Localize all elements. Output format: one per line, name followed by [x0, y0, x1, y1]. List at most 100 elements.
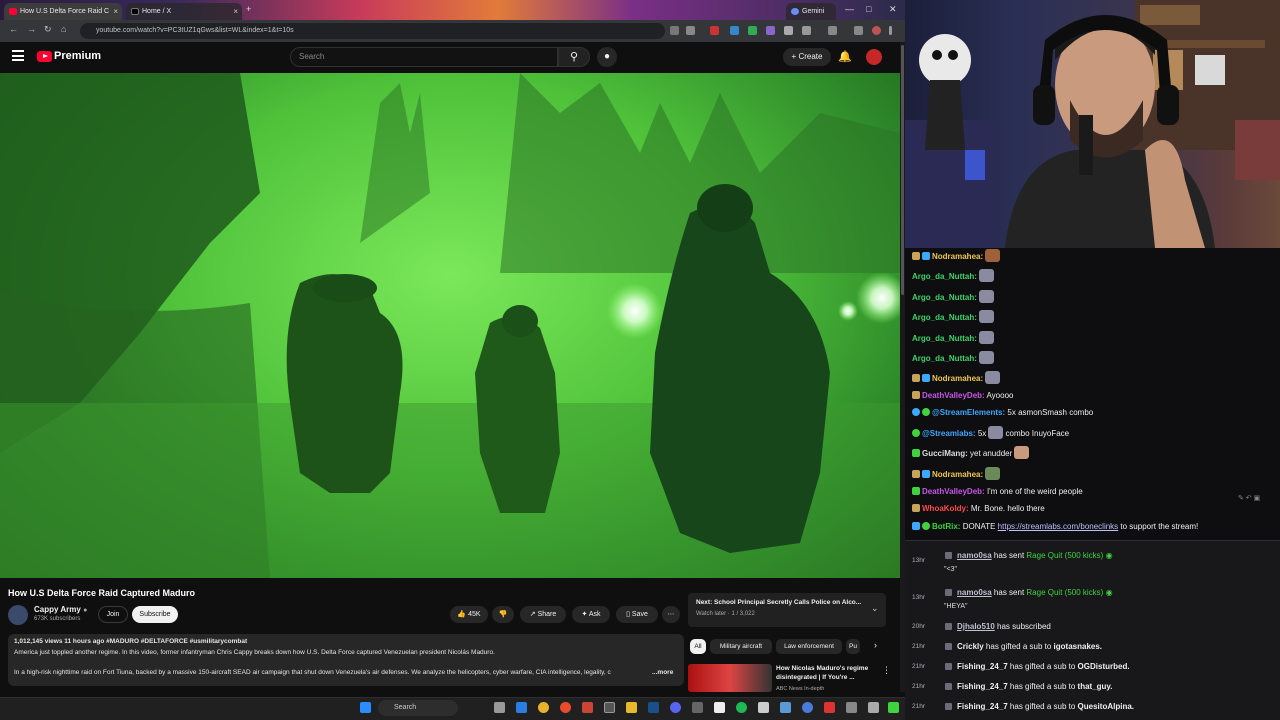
menu-dots-icon[interactable]	[889, 26, 892, 35]
event-target[interactable]: QuesitoAlpina.	[1078, 702, 1134, 711]
create-button[interactable]: + Create	[783, 48, 831, 66]
chat-link[interactable]: https://streamlabs.com/boneclinks	[998, 522, 1119, 531]
bookmark-star-icon[interactable]	[686, 26, 695, 35]
chat-username[interactable]: Nodramahea:	[932, 374, 983, 383]
tab-x[interactable]: Home / X ×	[126, 3, 242, 20]
extension-icon[interactable]	[730, 26, 739, 35]
chevron-down-icon[interactable]: ⌄	[871, 603, 879, 614]
close-tab-icon[interactable]: ×	[233, 3, 238, 20]
channel-name[interactable]: Cappy Army ●	[34, 605, 87, 614]
save-button[interactable]: ▯ Save	[616, 606, 658, 623]
recommended-title[interactable]: How Nicolas Maduro's regime disintegrate…	[776, 664, 880, 682]
app-icon[interactable]	[824, 702, 835, 713]
steam-icon[interactable]	[648, 702, 659, 713]
chip-partial[interactable]: Pu	[846, 639, 860, 654]
menu-icon[interactable]	[12, 50, 24, 62]
event-user[interactable]: namo0sa	[957, 588, 992, 597]
chat-username[interactable]: Argo_da_Nuttah:	[912, 313, 977, 322]
share-button[interactable]: ↗ Share	[520, 606, 566, 623]
browser-icon[interactable]	[560, 702, 571, 713]
chat-username[interactable]: Argo_da_Nuttah:	[912, 354, 977, 363]
app-icon[interactable]	[780, 702, 791, 713]
close-window-icon[interactable]: ✕	[889, 4, 897, 15]
search-button[interactable]: ⚲	[558, 47, 590, 67]
profile-icon[interactable]	[872, 26, 881, 35]
chat-username[interactable]: Nodramahea:	[932, 470, 983, 479]
extension-icon[interactable]	[710, 26, 719, 35]
voice-search-button[interactable]: ●	[597, 47, 617, 67]
forward-icon[interactable]: →	[27, 24, 36, 34]
reload-icon[interactable]: ↻	[44, 24, 52, 35]
chat-username[interactable]: DeathValleyDeb:	[922, 487, 985, 496]
avatar[interactable]	[866, 49, 882, 65]
discord-icon[interactable]	[670, 702, 681, 713]
edge-icon[interactable]	[516, 702, 527, 713]
sidebar-icon[interactable]	[828, 26, 837, 35]
show-more-link[interactable]: ...more	[652, 669, 673, 676]
ask-button[interactable]: ✦ Ask	[572, 606, 610, 623]
app-icon[interactable]	[888, 702, 899, 713]
chat-username[interactable]: Argo_da_Nuttah:	[912, 272, 977, 281]
taskbar-search[interactable]: Search	[378, 700, 458, 716]
chevron-right-icon[interactable]: ›	[874, 640, 877, 650]
tab-youtube[interactable]: How U.S Delta Force Raid C ×	[4, 3, 122, 20]
new-tab-icon[interactable]: +	[246, 4, 251, 14]
chat-username[interactable]: Nodramahea:	[932, 252, 983, 261]
file-explorer-icon[interactable]	[626, 702, 637, 713]
obs-icon[interactable]	[714, 702, 725, 713]
url-field[interactable]: youtube.com/watch?v=PC3tUZ1qGws&list=WL&…	[80, 23, 665, 39]
extension-icon[interactable]	[784, 26, 793, 35]
event-user[interactable]: Fishing_24_7	[957, 662, 1008, 671]
video-player[interactable]	[0, 73, 900, 578]
youtube-brand[interactable]: Premium	[54, 50, 101, 62]
subscribe-button[interactable]: Subscribe	[132, 606, 178, 623]
dislike-button[interactable]: 👎	[492, 606, 514, 623]
app-icon[interactable]	[758, 702, 769, 713]
app-icon[interactable]	[846, 702, 857, 713]
event-user[interactable]: Djhalo510	[957, 622, 995, 631]
scrollbar-thumb[interactable]	[901, 45, 904, 295]
event-user[interactable]: Crickly	[957, 642, 984, 651]
download-icon[interactable]	[854, 26, 863, 35]
chat-username[interactable]: Argo_da_Nuttah:	[912, 293, 977, 302]
extension-icon[interactable]	[766, 26, 775, 35]
puzzle-icon[interactable]	[802, 26, 811, 35]
app-icon[interactable]	[604, 702, 615, 713]
youtube-logo-icon[interactable]	[37, 51, 52, 62]
recommended-thumbnail[interactable]	[688, 664, 772, 692]
task-view-icon[interactable]	[494, 702, 505, 713]
search-input[interactable]: Search	[290, 47, 558, 67]
more-vert-icon[interactable]: ⋮	[882, 665, 891, 676]
chip-all[interactable]: All	[690, 639, 706, 654]
join-button[interactable]: Join	[98, 606, 128, 623]
back-icon[interactable]: ←	[9, 24, 18, 34]
like-button[interactable]: 👍 45K	[450, 606, 488, 623]
next-video-title[interactable]: Next: School Principal Secretly Calls Po…	[696, 599, 861, 606]
channel-avatar[interactable]	[8, 605, 28, 625]
event-target[interactable]: OGDisturbed.	[1078, 662, 1130, 671]
notifications-bell-icon[interactable]: 🔔	[838, 50, 852, 63]
event-user[interactable]: Fishing_24_7	[957, 682, 1008, 691]
chip-military-aircraft[interactable]: Military aircraft	[710, 639, 772, 654]
event-target[interactable]: igotasnakes.	[1054, 642, 1102, 651]
more-actions-button[interactable]: ⋯	[662, 606, 680, 623]
cast-icon[interactable]	[670, 26, 679, 35]
close-tab-icon[interactable]: ×	[113, 3, 118, 20]
app-icon[interactable]	[802, 702, 813, 713]
extension-icon[interactable]	[748, 26, 757, 35]
event-target[interactable]: that_guy.	[1078, 682, 1113, 691]
app-icon[interactable]	[692, 702, 703, 713]
maximize-icon[interactable]: □	[866, 4, 871, 14]
chrome-icon[interactable]	[538, 702, 549, 713]
chat-username[interactable]: DeathValleyDeb:	[922, 391, 985, 400]
app-icon[interactable]	[868, 702, 879, 713]
chat-username[interactable]: @StreamElements:	[932, 408, 1005, 417]
windows-start-icon[interactable]	[360, 702, 371, 713]
tab-gemini[interactable]: Gemini	[786, 3, 836, 20]
app-icon[interactable]	[582, 702, 593, 713]
home-icon[interactable]: ⌂	[61, 24, 66, 34]
spotify-icon[interactable]	[736, 702, 747, 713]
chat-message-actions-icon[interactable]: ✎ ↶ ▣	[1238, 494, 1260, 502]
minimize-icon[interactable]: —	[845, 4, 854, 14]
chat-username[interactable]: @Streamlabs:	[922, 429, 976, 438]
